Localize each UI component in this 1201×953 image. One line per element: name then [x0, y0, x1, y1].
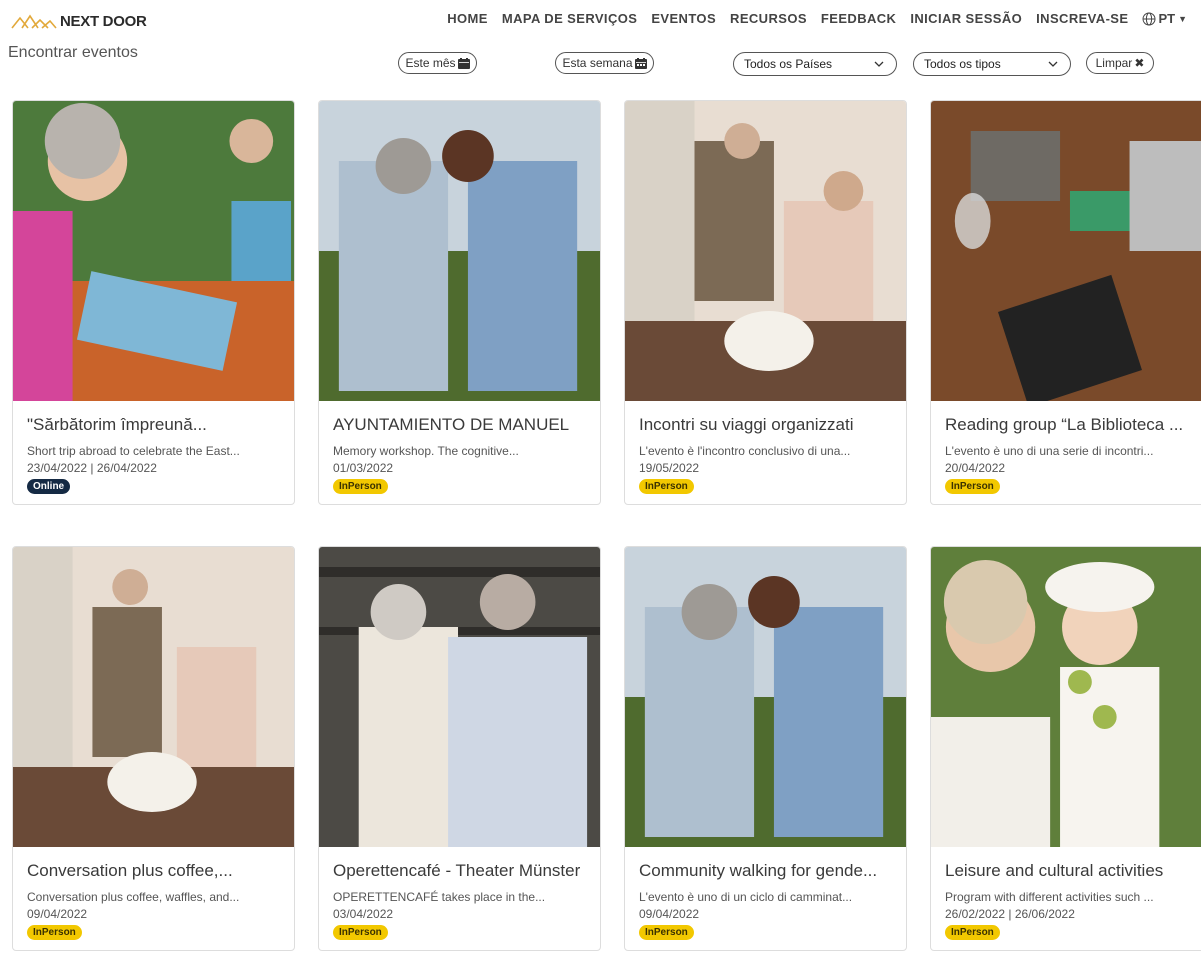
event-description: L'evento è uno di una serie di incontri.… — [945, 444, 1154, 458]
nav-signup[interactable]: INSCREVA-SE — [1036, 11, 1128, 26]
event-photo — [931, 547, 1201, 847]
clear-filters-button[interactable]: Limpar ✖ — [1086, 52, 1154, 74]
event-type-badge: InPerson — [333, 479, 388, 494]
event-photo — [625, 547, 906, 847]
event-card[interactable]: Incontri su viaggi organizzati L'evento … — [624, 100, 907, 505]
event-card[interactable]: Conversation plus coffee,... Conversatio… — [12, 546, 295, 951]
event-type-badge: InPerson — [333, 925, 388, 940]
event-photo — [13, 101, 294, 401]
event-type-badge: Online — [27, 479, 71, 494]
this-week-label: Esta semana — [562, 56, 633, 70]
event-description: Program with different activities such .… — [945, 890, 1154, 904]
event-card[interactable]: Community walking for gende... L'evento … — [624, 546, 907, 951]
caret-down-icon: ▼ — [1178, 13, 1187, 24]
event-date: 26/02/2022 | 26/06/2022 — [945, 907, 1075, 921]
event-card[interactable]: Leisure and cultural activities Program … — [930, 546, 1201, 951]
nav-home[interactable]: HOME — [447, 11, 488, 26]
event-date: 20/04/2022 — [945, 461, 1006, 475]
event-type-badge: InPerson — [945, 925, 1000, 940]
calendar-week-icon — [634, 57, 647, 69]
event-description: Memory workshop. The cognitive... — [333, 444, 519, 458]
chevron-down-icon — [874, 61, 884, 67]
event-date: 01/03/2022 — [333, 461, 394, 475]
type-select-value: Todos os tipos — [924, 57, 1001, 71]
event-photo — [931, 101, 1201, 401]
event-title: AYUNTAMIENTO DE MANUEL — [333, 415, 570, 434]
logo-houses-icon — [11, 14, 57, 29]
nav-resources[interactable]: RECURSOS — [730, 11, 807, 26]
event-title: Operettencafé - Theater Münster — [333, 861, 581, 880]
this-month-button[interactable]: Este mês — [398, 52, 477, 74]
event-title: Leisure and cultural activities — [945, 861, 1164, 880]
event-description: L'evento è l'incontro conclusivo di una.… — [639, 444, 851, 458]
event-description: Conversation plus coffee, waffles, and..… — [27, 890, 240, 904]
nav-events[interactable]: EVENTOS — [651, 11, 716, 26]
event-card[interactable]: Operettencafé - Theater Münster OPERETTE… — [318, 546, 601, 951]
event-photo — [319, 547, 600, 847]
event-card[interactable]: "Sărbătorim împreună... Short trip abroa… — [12, 100, 295, 505]
this-week-button[interactable]: Esta semana — [555, 52, 654, 74]
event-date: 03/04/2022 — [333, 907, 394, 921]
event-photo — [13, 547, 294, 847]
language-selector[interactable]: PT ▼ — [1142, 11, 1187, 26]
type-select[interactable]: Todos os tipos — [913, 52, 1071, 76]
chevron-down-icon — [1048, 61, 1058, 67]
event-title: Community walking for gende... — [639, 861, 878, 880]
event-description: L'evento è uno di un ciclo di camminat..… — [639, 890, 853, 904]
event-title: Reading group “La Biblioteca ... — [945, 415, 1184, 434]
country-select-value: Todos os Países — [744, 57, 833, 71]
language-label: PT — [1158, 11, 1176, 26]
logo[interactable]: NEXT DOOR — [10, 10, 147, 32]
event-title: Incontri su viaggi organizzati — [639, 415, 854, 434]
event-date: 09/04/2022 — [27, 907, 88, 921]
globe-icon — [1142, 12, 1156, 25]
event-card[interactable]: AYUNTAMIENTO DE MANUEL Memory workshop. … — [318, 100, 601, 505]
event-type-badge: InPerson — [639, 925, 694, 940]
page-title: Encontrar eventos — [8, 44, 138, 61]
event-type-badge: InPerson — [945, 479, 1000, 494]
event-title: "Sărbătorim împreună... — [27, 415, 207, 434]
event-date: 19/05/2022 — [639, 461, 700, 475]
country-select[interactable]: Todos os Países — [733, 52, 897, 76]
calendar-icon — [457, 57, 470, 69]
event-description: OPERETTENCAFÉ takes place in the... — [333, 890, 546, 904]
event-type-badge: InPerson — [27, 925, 82, 940]
event-photo — [625, 101, 906, 401]
event-type-badge: InPerson — [639, 479, 694, 494]
event-title: Conversation plus coffee,... — [27, 861, 233, 880]
main-nav: HOME MAPA DE SERVIÇOS EVENTOS RECURSOS F… — [433, 11, 1187, 26]
event-photo — [319, 101, 600, 401]
clear-label: Limpar — [1095, 56, 1133, 70]
event-card[interactable]: Reading group “La Biblioteca ... L'event… — [930, 100, 1201, 505]
nav-feedback[interactable]: FEEDBACK — [821, 11, 896, 26]
event-date: 23/04/2022 | 26/04/2022 — [27, 461, 157, 475]
this-month-label: Este mês — [405, 56, 456, 70]
close-icon: ✖ — [1134, 56, 1145, 70]
logo-text: NEXT DOOR — [60, 12, 147, 30]
event-date: 09/04/2022 — [639, 907, 700, 921]
event-description: Short trip abroad to celebrate the East.… — [27, 444, 240, 458]
nav-login[interactable]: INICIAR SESSÃO — [910, 11, 1022, 26]
nav-service-map[interactable]: MAPA DE SERVIÇOS — [502, 11, 637, 26]
